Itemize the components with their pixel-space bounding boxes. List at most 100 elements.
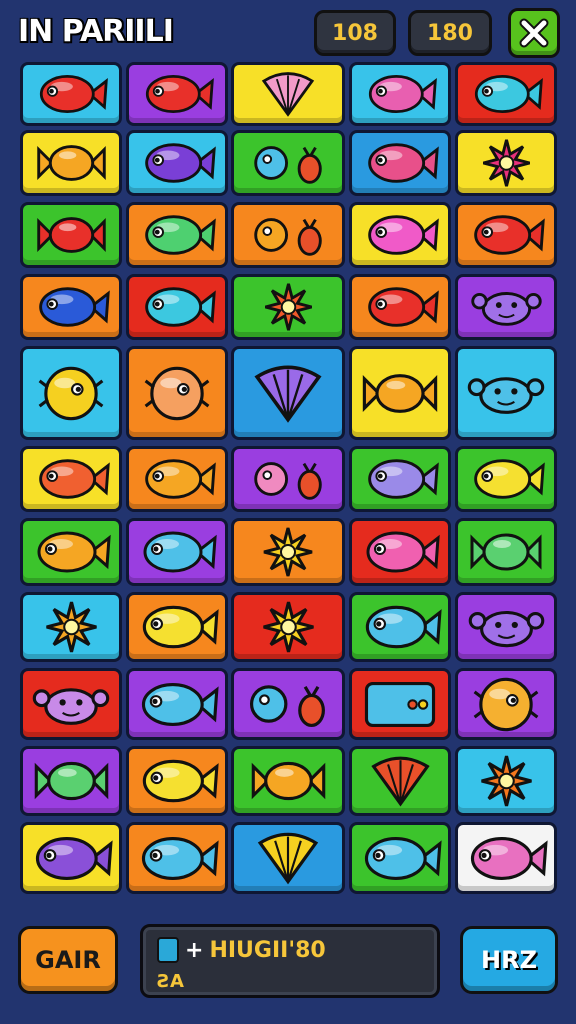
tile-fish[interactable]	[126, 592, 228, 662]
duo-icon	[249, 685, 325, 728]
duo-icon	[253, 146, 322, 184]
tile-burst[interactable]	[455, 130, 557, 196]
tile-fish[interactable]	[20, 518, 122, 586]
tile-crab[interactable]	[455, 346, 557, 440]
fish-icon	[144, 143, 216, 183]
tile-puffer[interactable]	[455, 668, 557, 740]
candy-icon	[36, 145, 106, 181]
puffer-icon	[473, 677, 539, 731]
fish-icon	[474, 74, 543, 114]
tile-fish[interactable]	[349, 202, 451, 268]
shell-icon	[370, 756, 430, 807]
tile-burst[interactable]	[231, 592, 345, 662]
fish-icon	[368, 74, 437, 114]
tile-fish[interactable]	[20, 62, 122, 126]
tile-fish[interactable]	[126, 62, 228, 126]
fish-icon	[367, 287, 439, 327]
tile-duo[interactable]	[231, 668, 345, 740]
tile-shell[interactable]	[231, 62, 345, 126]
tile-fish[interactable]	[455, 202, 557, 268]
duo-icon	[253, 462, 322, 500]
fish-icon	[39, 74, 108, 114]
tile-burst[interactable]	[231, 518, 345, 586]
tile-puffer[interactable]	[20, 346, 122, 440]
shell-icon	[261, 72, 315, 117]
tile-fish[interactable]	[126, 822, 228, 894]
burst-icon	[45, 601, 97, 653]
fish-icon	[143, 531, 217, 573]
fish-icon	[144, 215, 216, 255]
fish-icon	[367, 143, 439, 183]
message-subtext: ƧA	[157, 971, 184, 992]
tile-fish[interactable]	[455, 822, 557, 894]
tile-duo[interactable]	[231, 446, 345, 512]
fish-icon	[141, 682, 219, 726]
crab-icon	[470, 292, 542, 326]
tile-candy[interactable]	[231, 746, 345, 816]
tile-burst[interactable]	[20, 592, 122, 662]
message-panel: + HIUGII'80 ƧA	[140, 924, 440, 998]
puffer-icon	[144, 366, 210, 420]
fish-icon	[144, 287, 216, 327]
tile-fish[interactable]	[126, 446, 228, 512]
tile-fish[interactable]	[126, 130, 228, 196]
fish-icon	[38, 287, 110, 327]
tile-fish[interactable]	[349, 130, 451, 196]
tile-candy[interactable]	[20, 130, 122, 196]
tile-fish[interactable]	[349, 592, 451, 662]
burst-icon	[480, 755, 532, 807]
tile-fish[interactable]	[126, 274, 228, 340]
fish-icon	[145, 74, 214, 114]
puffer-icon	[38, 366, 104, 420]
burst-icon	[263, 527, 313, 577]
tile-candy[interactable]	[20, 746, 122, 816]
tile-candy[interactable]	[20, 202, 122, 268]
plus-icon: +	[185, 937, 204, 963]
fish-icon	[35, 836, 113, 880]
fish-icon	[144, 459, 216, 499]
duo-icon	[253, 218, 322, 256]
candy-icon	[470, 533, 542, 571]
candy-icon	[36, 217, 106, 253]
tile-puffer[interactable]	[126, 346, 228, 440]
tile-crab[interactable]	[20, 668, 122, 740]
fish-icon	[142, 759, 219, 803]
fish-icon	[470, 836, 548, 880]
tile-burst[interactable]	[455, 746, 557, 816]
tile-candy[interactable]	[349, 346, 451, 440]
tile-duo[interactable]	[231, 202, 345, 268]
tile-fish[interactable]	[349, 446, 451, 512]
tile-fish[interactable]	[349, 62, 451, 126]
tile-shell[interactable]	[231, 822, 345, 894]
tile-shell[interactable]	[231, 346, 345, 440]
tile-candy[interactable]	[455, 518, 557, 586]
game-board	[0, 0, 576, 900]
tile-fish[interactable]	[349, 274, 451, 340]
left-action-button[interactable]: GAIR	[18, 926, 118, 994]
gem-icon	[157, 937, 179, 963]
tile-fish[interactable]	[455, 446, 557, 512]
tile-fish[interactable]	[349, 822, 451, 894]
tile-fish[interactable]	[126, 518, 228, 586]
tile-fish[interactable]	[20, 274, 122, 340]
tile-box[interactable]	[349, 668, 451, 740]
tile-crab[interactable]	[455, 274, 557, 340]
tile-fish[interactable]	[20, 446, 122, 512]
fish-icon	[38, 459, 110, 499]
tile-fish[interactable]	[126, 746, 228, 816]
crab-icon	[32, 687, 110, 725]
tile-fish[interactable]	[349, 518, 451, 586]
message-text: HIUGII'80	[209, 937, 326, 963]
right-action-button[interactable]: HRZ	[460, 926, 558, 994]
tile-fish[interactable]	[20, 822, 122, 894]
tile-shell[interactable]	[349, 746, 451, 816]
tile-duo[interactable]	[231, 130, 345, 196]
tile-fish[interactable]	[126, 202, 228, 268]
fish-icon	[473, 459, 545, 499]
tile-fish[interactable]	[126, 668, 228, 740]
tile-fish[interactable]	[455, 62, 557, 126]
tile-burst[interactable]	[231, 274, 345, 340]
fish-icon	[367, 459, 439, 499]
tile-crab[interactable]	[455, 592, 557, 662]
shell-icon	[257, 832, 319, 885]
